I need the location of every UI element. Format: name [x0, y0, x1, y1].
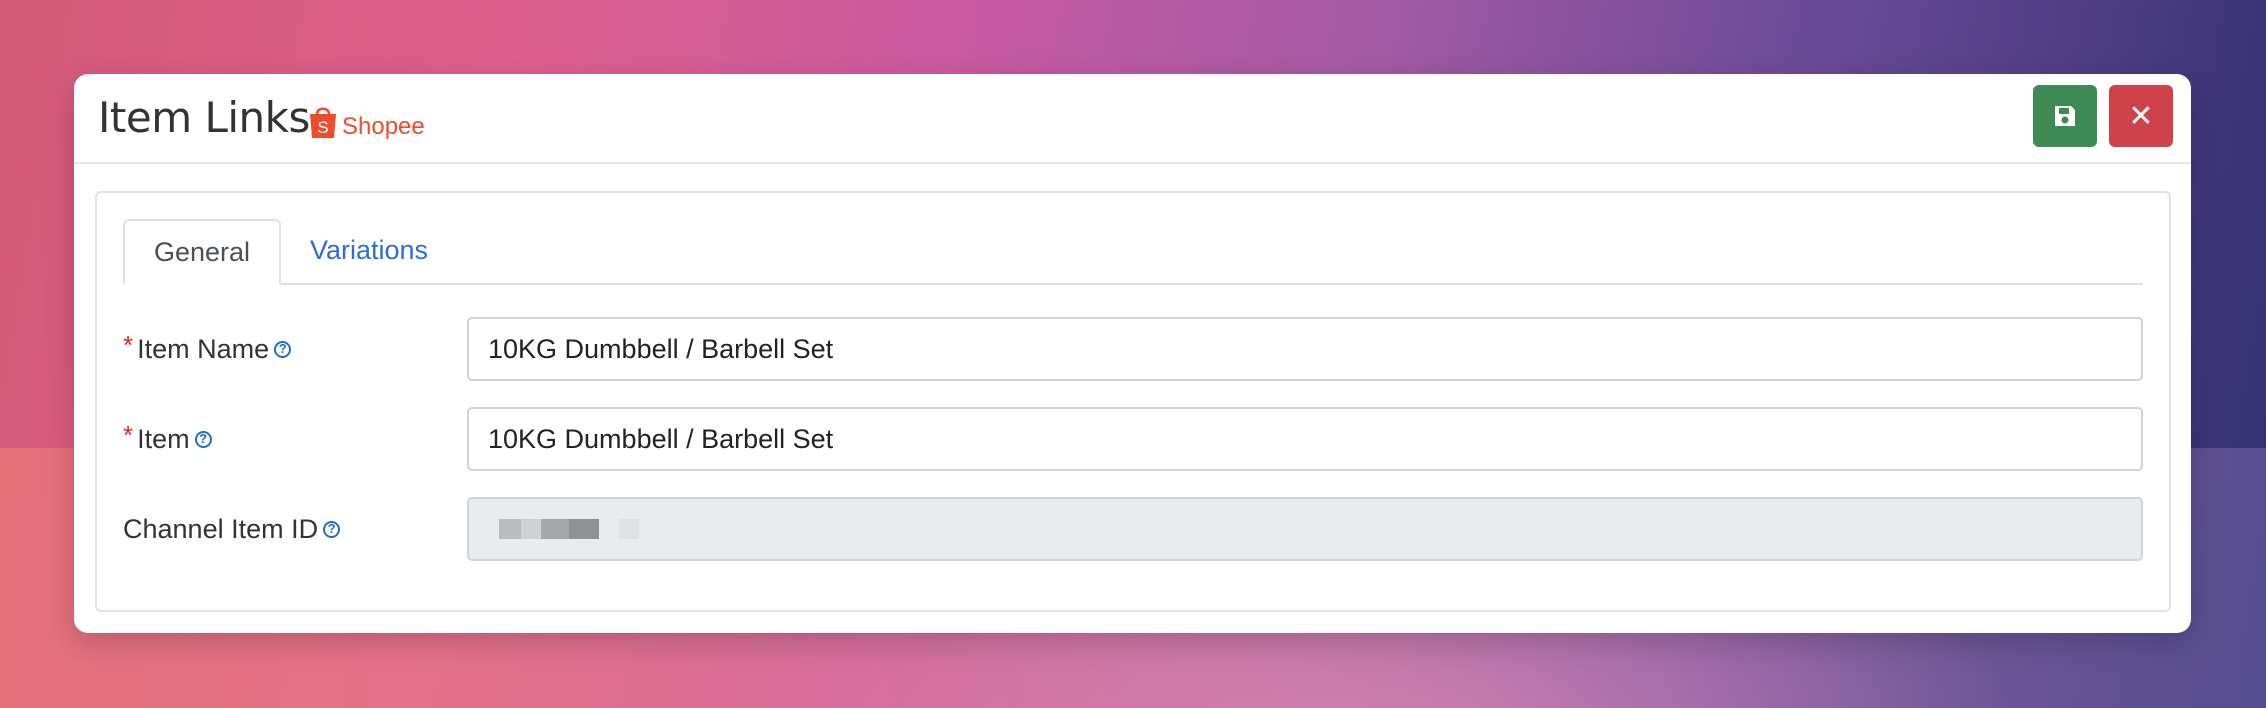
item-row: * Item ? 10KG Dumbbell / Barbell Set: [123, 407, 2143, 471]
modal-header: Item Links S Shopee ✕: [74, 74, 2191, 164]
item-label-text: Item: [137, 424, 190, 454]
channel-item-id-row: Channel Item ID ?: [123, 497, 2143, 561]
help-icon[interactable]: ?: [194, 430, 212, 448]
tab-variations[interactable]: Variations: [281, 219, 457, 285]
item-name-row: * Item Name ? 10KG Dumbbell / Barbell Se…: [123, 317, 2143, 381]
item-input[interactable]: 10KG Dumbbell / Barbell Set: [467, 407, 2143, 471]
save-button[interactable]: [2033, 85, 2097, 147]
item-links-modal: Item Links S Shopee ✕ General Variations: [74, 74, 2191, 633]
modal-title: Item Links: [98, 93, 310, 142]
close-icon: ✕: [2128, 98, 2154, 134]
item-name-label-text: Item Name: [137, 334, 270, 364]
floppy-disk-icon: [2055, 106, 2075, 126]
channel-item-id-input: [467, 497, 2143, 561]
tab-bar: General Variations: [123, 219, 2143, 285]
channel-item-id-label: Channel Item ID ?: [123, 497, 341, 561]
shopee-bag-icon: S: [310, 107, 336, 138]
tab-general[interactable]: General: [123, 219, 281, 285]
item-name-input[interactable]: 10KG Dumbbell / Barbell Set: [467, 317, 2143, 381]
item-label: * Item ?: [123, 407, 212, 471]
shopee-logo: S Shopee: [308, 96, 425, 140]
help-icon[interactable]: ?: [323, 520, 341, 538]
help-icon[interactable]: ?: [274, 340, 292, 358]
channel-item-id-label-text: Channel Item ID: [123, 514, 319, 544]
shopee-brand-text: Shopee: [342, 113, 425, 140]
required-asterisk: *: [123, 330, 134, 360]
item-name-label: * Item Name ?: [123, 317, 292, 381]
close-button[interactable]: ✕: [2109, 85, 2173, 147]
required-asterisk: *: [123, 420, 134, 450]
svg-text:S: S: [317, 118, 328, 137]
form-card: General Variations * Item Name ? 10KG Du…: [95, 191, 2171, 612]
